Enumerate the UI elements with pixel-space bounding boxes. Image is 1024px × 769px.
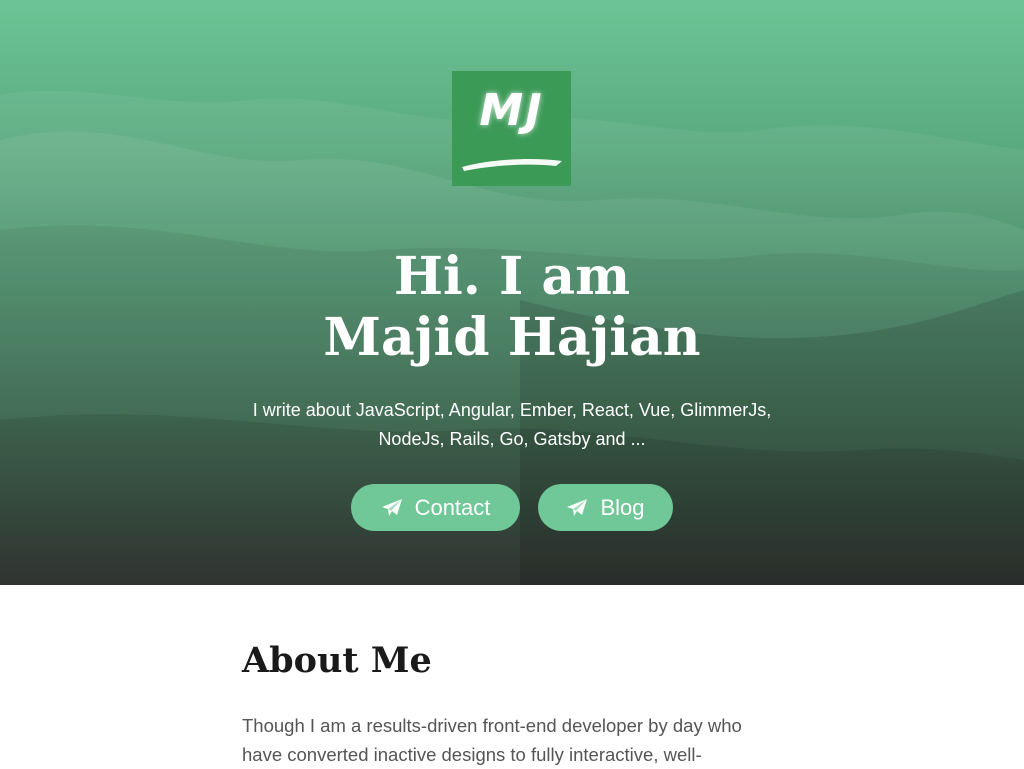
logo-underline-stroke: [462, 159, 562, 171]
about-text: Though I am a results-driven front-end d…: [242, 715, 742, 765]
about-heading: About Me: [242, 640, 432, 681]
paper-plane-icon: [381, 498, 402, 516]
hero-subtitle: I write about JavaScript, Angular, Ember…: [252, 400, 772, 449]
hero-section: MJ Hi. I am Majid Hajian I write about J…: [0, 0, 1024, 585]
paper-plane-icon: [567, 498, 588, 516]
blog-button[interactable]: Blog: [538, 484, 673, 531]
blog-button-label: Blog: [600, 494, 645, 520]
contact-button-label: Contact: [414, 494, 491, 520]
about-section: About Me Though I am a results-driven fr…: [242, 585, 782, 769]
contact-button[interactable]: Contact: [351, 484, 520, 531]
logo[interactable]: MJ: [452, 71, 571, 186]
hero-title-line2: Majid Hajian: [323, 307, 701, 368]
hero-title: Hi. I am Majid Hajian: [0, 246, 1024, 368]
hero-title-line1: Hi. I am: [393, 246, 631, 307]
